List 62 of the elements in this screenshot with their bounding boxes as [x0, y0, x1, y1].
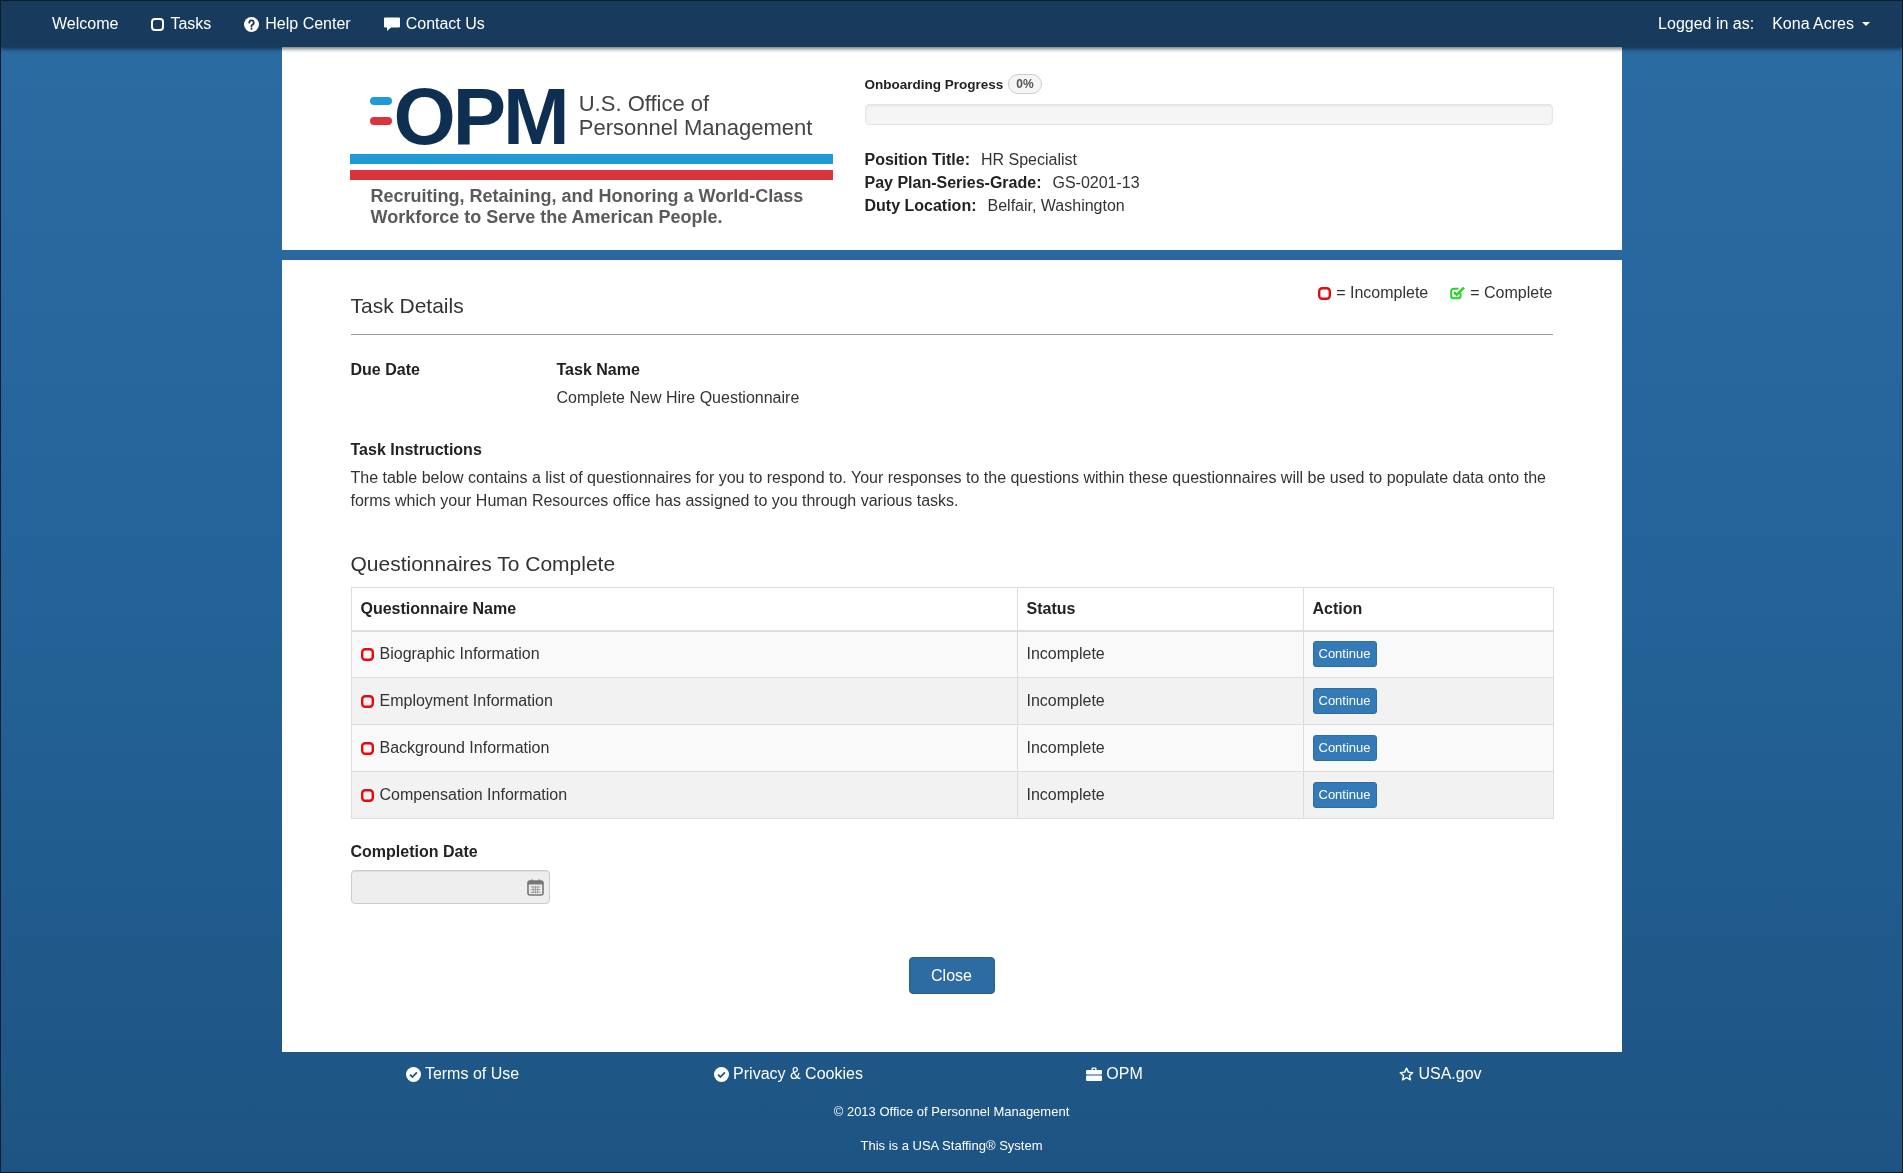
table-cell: Incomplete — [1017, 630, 1303, 678]
questionnaire-name: Compensation Information — [379, 786, 568, 804]
logo-wordmark: OPM — [393, 82, 567, 153]
column-header: Action — [1303, 587, 1553, 631]
system-note: This is a USA Staffing® System — [860, 1137, 1043, 1155]
caret-icon — [1862, 22, 1870, 26]
section-title: Questionnaires To Complete — [350, 552, 616, 576]
nav-link[interactable]: Help Center — [244, 15, 351, 33]
table-cell: Incomplete — [1017, 677, 1303, 725]
table-cell: Incomplete — [1017, 724, 1303, 772]
agency-name: U.S. Office of Personnel Management — [578, 92, 813, 140]
detail-label: Duty Location: — [864, 196, 977, 216]
detail-value: Belfair, Washington — [987, 196, 1125, 216]
speech-bubble-icon — [383, 17, 400, 31]
continue-button[interactable]: Continue — [1312, 782, 1377, 808]
detail-value: GS-0201-13 — [1052, 173, 1140, 193]
footer-link[interactable]: USA.gov — [1399, 1063, 1482, 1085]
legend-label: = Complete — [1470, 283, 1553, 303]
date-field[interactable] — [350, 870, 550, 904]
questionnaire-name: Employment Information — [379, 692, 553, 710]
user-menu[interactable]: Kona Acres — [1772, 15, 1870, 33]
nav-link[interactable]: Welcome — [52, 15, 119, 33]
close-button[interactable]: Close — [908, 957, 995, 994]
briefcase-icon — [1086, 1067, 1103, 1081]
continue-button[interactable]: Continue — [1312, 735, 1377, 761]
continue-button[interactable]: Continue — [1312, 641, 1377, 668]
field-label: Task Instructions — [350, 440, 482, 460]
footer-link[interactable]: OPM — [1086, 1063, 1143, 1085]
progress-label: Onboarding Progress — [864, 76, 1004, 92]
legend-label: = Incomplete — [1336, 283, 1429, 303]
square-icon — [1318, 286, 1332, 300]
continue-button[interactable]: Continue — [1312, 688, 1377, 714]
field-label: Completion Date — [350, 842, 478, 862]
check-circle-icon — [714, 1066, 730, 1082]
field-label: Due Date — [350, 360, 420, 380]
stripes-icon — [369, 96, 392, 126]
column-header: Questionnaire Name — [351, 587, 1017, 631]
logo-tagline: Recruiting, Retaining, and Honoring a World-Class Workforce to Serve the American People. — [370, 186, 804, 229]
nav-link[interactable]: Contact Us — [383, 15, 485, 33]
check-circle-icon — [405, 1066, 421, 1082]
help-icon — [244, 16, 260, 32]
section-title: Task Details — [350, 294, 464, 318]
detail-label: Position Title: — [864, 150, 970, 170]
nav-link[interactable]: Tasks — [151, 15, 212, 33]
square-icon — [151, 17, 165, 31]
table-cell: Incomplete — [1017, 771, 1303, 819]
instructions-text: The table below contains a list of questionnaires for you to respond to. Your responses to the questions within these questionnaires will be used to populate data onto the forms which your Human Resources office has assigned to you through various tasks. — [350, 468, 1547, 511]
questionnaire-name: Biographic Information — [379, 645, 540, 664]
field-label: Task Name — [556, 360, 640, 380]
detail-value: HR Specialist — [981, 150, 1077, 170]
star-icon — [1399, 1066, 1415, 1082]
copyright-text: © 2013 Office of Personnel Management — [833, 1103, 1070, 1121]
detail-label: Pay Plan-Series-Grade: — [864, 173, 1042, 193]
column-header: Status — [1017, 587, 1303, 631]
footer-link[interactable]: Privacy & Cookies — [714, 1063, 863, 1085]
progress-badge: 0% — [1008, 74, 1042, 94]
calendar-icon — [526, 878, 544, 896]
field-value: Complete New Hire Questionnaire — [556, 388, 800, 408]
logged-in-label: Logged in as: — [1658, 15, 1755, 33]
questionnaire-name: Background Information — [379, 739, 550, 757]
check-square-icon — [1450, 286, 1466, 300]
footer-link[interactable]: Terms of Use — [405, 1063, 520, 1085]
